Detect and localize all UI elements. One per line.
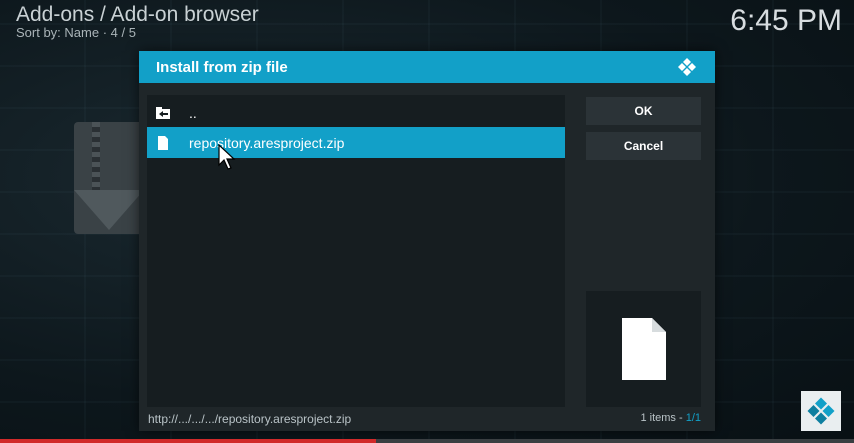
page-title: Add-ons / Add-on browser xyxy=(16,3,259,26)
list-item-parent-folder[interactable]: .. xyxy=(147,97,565,128)
mouse-cursor-icon xyxy=(218,144,236,170)
current-path: http://.../.../.../repository.aresprojec… xyxy=(148,412,352,426)
file-icon xyxy=(158,135,168,150)
file-preview-icon xyxy=(621,318,666,380)
ok-button[interactable]: OK xyxy=(586,97,701,125)
kodi-logo-icon xyxy=(678,58,696,76)
item-count: 1 items - 1/1 xyxy=(640,412,701,424)
folder-up-icon xyxy=(156,106,170,119)
sort-info[interactable]: Sort by: Name · 4 / 5 xyxy=(16,25,136,40)
download-arrow-icon xyxy=(74,190,144,230)
progress-fill xyxy=(0,439,376,443)
install-from-zip-dialog: Install from zip file .. repository.ares… xyxy=(139,51,715,431)
list-item-selected[interactable]: repository.aresproject.zip xyxy=(147,127,565,158)
zipper-icon xyxy=(92,122,100,192)
kodi-logo-icon xyxy=(807,397,835,425)
dialog-header: Install from zip file xyxy=(139,51,715,83)
file-list[interactable]: .. repository.aresproject.zip xyxy=(147,95,565,407)
cancel-button[interactable]: Cancel xyxy=(586,132,701,160)
zip-file-icon xyxy=(74,122,144,234)
file-preview xyxy=(586,291,701,407)
page-indicator: 1/1 xyxy=(685,412,701,424)
progress-bar xyxy=(0,439,854,443)
list-item-label: .. xyxy=(189,104,197,121)
list-item-label: repository.aresproject.zip xyxy=(189,134,345,151)
dialog-title: Install from zip file xyxy=(156,59,288,76)
item-count-prefix: 1 items - xyxy=(640,412,686,424)
kodi-corner-logo-icon xyxy=(801,391,841,431)
clock: 6:45 PM xyxy=(730,4,842,37)
